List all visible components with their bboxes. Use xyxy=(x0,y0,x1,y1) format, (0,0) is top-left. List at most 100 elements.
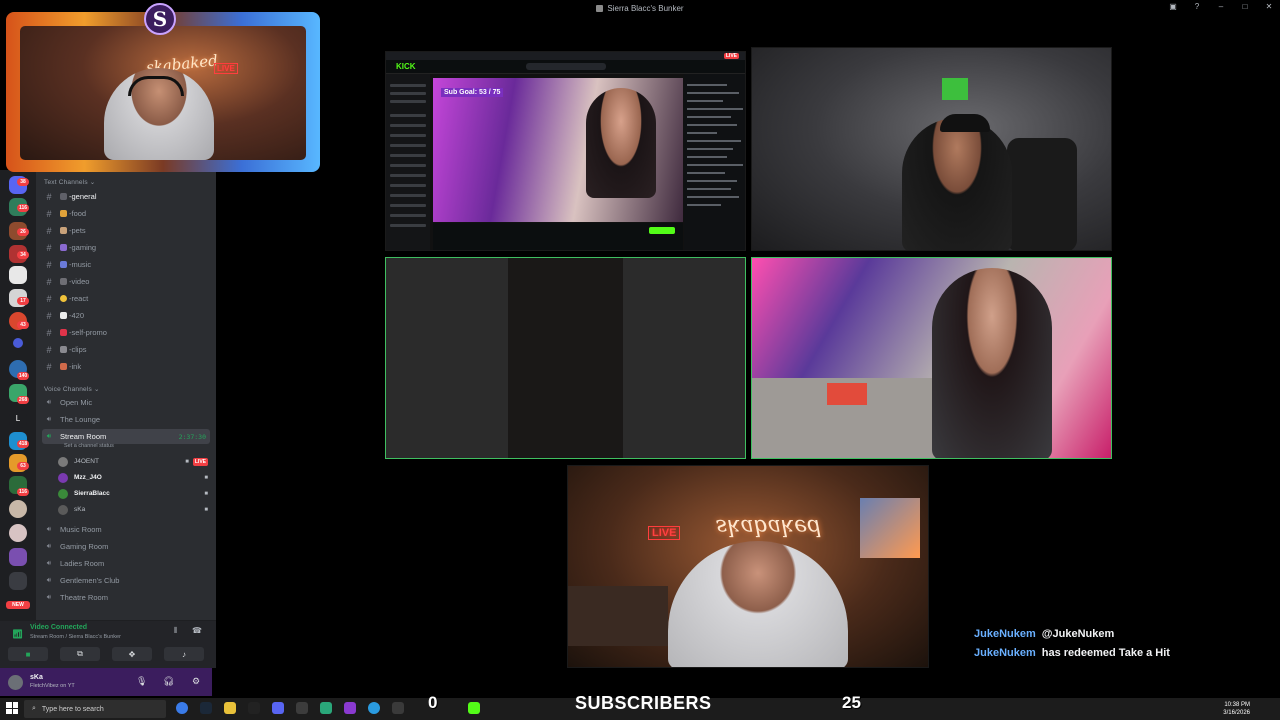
minimize-button[interactable]: – xyxy=(1216,2,1226,11)
voice-channel-ladies-room[interactable]: 🔊︎ Ladies Room xyxy=(42,556,210,571)
user-status: FletchVibez on YT xyxy=(30,683,75,689)
channel-emoji-icon xyxy=(60,329,67,336)
speaker-icon: 🔊︎ xyxy=(46,432,52,440)
facecam-overlay: skabaked LIVE S xyxy=(0,0,322,178)
server-icon xyxy=(596,4,604,12)
channel-food[interactable]: # -food xyxy=(42,206,210,221)
settings-icon[interactable]: ⚙ xyxy=(192,676,200,687)
chat-username: JukeNukem xyxy=(974,647,1036,659)
app-icon[interactable] xyxy=(320,702,332,714)
windows-start-icon[interactable] xyxy=(6,702,18,714)
channel-pets[interactable]: # -pets xyxy=(42,223,210,238)
noise-suppression-icon[interactable]: ⦀ xyxy=(174,626,178,636)
video-tile-screen-share[interactable]: KICK Sub Goal: 53 / 75 LIVE xyxy=(385,51,746,251)
server-icon[interactable] xyxy=(9,572,27,590)
avatar[interactable] xyxy=(8,675,23,690)
channel-video[interactable]: # -video xyxy=(42,274,210,289)
box xyxy=(827,383,867,405)
video-tile-participant-speaking[interactable] xyxy=(751,257,1112,459)
participant xyxy=(902,118,1012,250)
activities-button[interactable]: ✥ xyxy=(112,647,152,661)
channel-emoji-icon xyxy=(60,278,67,285)
participant xyxy=(932,268,1052,458)
close-button[interactable]: ✕ xyxy=(1264,2,1274,11)
voice-user[interactable]: Mzz_J4O ■ xyxy=(58,470,208,485)
channel-ink[interactable]: # -ink xyxy=(42,359,210,374)
telegram-icon[interactable] xyxy=(368,702,380,714)
screen-share-button[interactable]: ⧉ xyxy=(60,647,100,661)
voice-channel-the-lounge[interactable]: 🔊︎ The Lounge xyxy=(42,412,210,427)
voice-channel-stream-room[interactable]: 🔊︎ Stream Room 2:37:30 xyxy=(42,429,210,444)
browser-tabs xyxy=(386,52,745,60)
server-icon[interactable] xyxy=(9,548,27,566)
channel-general[interactable]: # -general xyxy=(42,189,210,204)
channel-emoji-icon xyxy=(60,227,67,234)
channel-420[interactable]: # -420 xyxy=(42,308,210,323)
obs-icon[interactable] xyxy=(296,702,308,714)
voice-channel-theatre-room[interactable]: 🔊︎ Theatre Room xyxy=(42,590,210,605)
voice-user[interactable]: sKa ■ xyxy=(58,502,208,517)
voice-channel-music-room[interactable]: 🔊︎ Music Room xyxy=(42,522,210,537)
counter-right: 25 xyxy=(842,693,861,712)
server-icon[interactable]: L xyxy=(9,410,27,428)
video-tile-streamer-cam[interactable]: skabaked LIVE xyxy=(567,465,929,668)
voice-connected-panel: 📶︎ Video Connected Stream Room / Sierra … xyxy=(0,620,216,668)
voice-status-subtitle[interactable]: Stream Room / Sierra Blacc's Bunker xyxy=(30,634,121,640)
voice-channel-open-mic[interactable]: 🔊︎ Open Mic xyxy=(42,395,210,410)
channel-status-prompt[interactable]: Set a channel status xyxy=(64,443,114,449)
camera-icon: ■ xyxy=(25,649,31,659)
kick-logo: KICK xyxy=(396,62,416,71)
channel-react[interactable]: # -react xyxy=(42,291,210,306)
voice-status-title: Video Connected xyxy=(30,624,88,631)
dark-video-feed xyxy=(508,258,623,458)
video-tile-participant-speaking[interactable] xyxy=(385,257,746,459)
kick-icon[interactable] xyxy=(468,702,480,714)
channel-music[interactable]: # -music xyxy=(42,257,210,272)
voice-channel-gaming-room[interactable]: 🔊︎ Gaming Room xyxy=(42,539,210,554)
screen-share-icon: ⧉ xyxy=(77,649,83,658)
camera-icon: ■ xyxy=(204,506,208,513)
disconnect-icon[interactable]: ☎ xyxy=(192,626,202,635)
help-icon[interactable]: ? xyxy=(1192,2,1202,11)
app-icon[interactable] xyxy=(344,702,356,714)
voice-channel-gentlemens-club[interactable]: 🔊︎ Gentlemen's Club xyxy=(42,573,210,588)
inbox-icon[interactable]: ▣ xyxy=(1168,2,1178,11)
window-title: Sierra Blacc's Bunker xyxy=(607,3,684,13)
stream-timer: 2:37:30 xyxy=(178,432,206,441)
microphone-icon[interactable]: 🎙︎ xyxy=(136,676,147,687)
voice-channels-category[interactable]: Voice Channels ⌄ xyxy=(44,385,100,393)
app-icon[interactable] xyxy=(392,702,404,714)
camera-button[interactable]: ■ xyxy=(8,647,48,661)
headphones-icon[interactable]: 🎧︎ xyxy=(163,676,174,687)
discord-icon[interactable] xyxy=(272,702,284,714)
system-clock[interactable]: 10:38 PM 3/16/2026 xyxy=(1223,701,1250,717)
text-channels-category[interactable]: Text Channels ⌄ xyxy=(44,178,95,186)
server-icon[interactable] xyxy=(9,524,27,542)
channel-clips[interactable]: # -clips xyxy=(42,342,210,357)
server-icon[interactable] xyxy=(9,500,27,518)
steam-icon[interactable] xyxy=(200,702,212,714)
video-tile-participant[interactable] xyxy=(751,47,1112,251)
user-name[interactable]: sKa xyxy=(30,674,43,681)
folder-icon[interactable] xyxy=(13,338,23,348)
hash-icon: # xyxy=(46,276,52,287)
channel-emoji-icon xyxy=(60,193,67,200)
channel-emoji-icon xyxy=(60,295,67,302)
server-icon[interactable] xyxy=(9,266,27,284)
maximize-button[interactable]: □ xyxy=(1240,2,1250,11)
taskbar-search[interactable]: ⌕ Type here to search xyxy=(24,700,166,718)
folder-icon[interactable] xyxy=(224,702,236,714)
signal-icon[interactable]: 📶︎ xyxy=(12,629,23,640)
server-badge: 268 xyxy=(17,396,29,404)
counter-left: 0 xyxy=(428,693,438,712)
voice-user[interactable]: J4OENT ■ LIVE xyxy=(58,454,208,469)
kick-stream-info xyxy=(433,223,683,250)
speaker-icon: 🔊︎ xyxy=(46,542,52,550)
voice-user[interactable]: SierraBlacc ■ xyxy=(58,486,208,501)
channel-emoji-icon xyxy=(60,363,67,370)
chrome-icon[interactable] xyxy=(176,702,188,714)
app-icon[interactable] xyxy=(248,702,260,714)
channel-gaming[interactable]: # -gaming xyxy=(42,240,210,255)
channel-self-promo[interactable]: # -self-promo xyxy=(42,325,210,340)
soundboard-button[interactable]: ♪ xyxy=(164,647,204,661)
